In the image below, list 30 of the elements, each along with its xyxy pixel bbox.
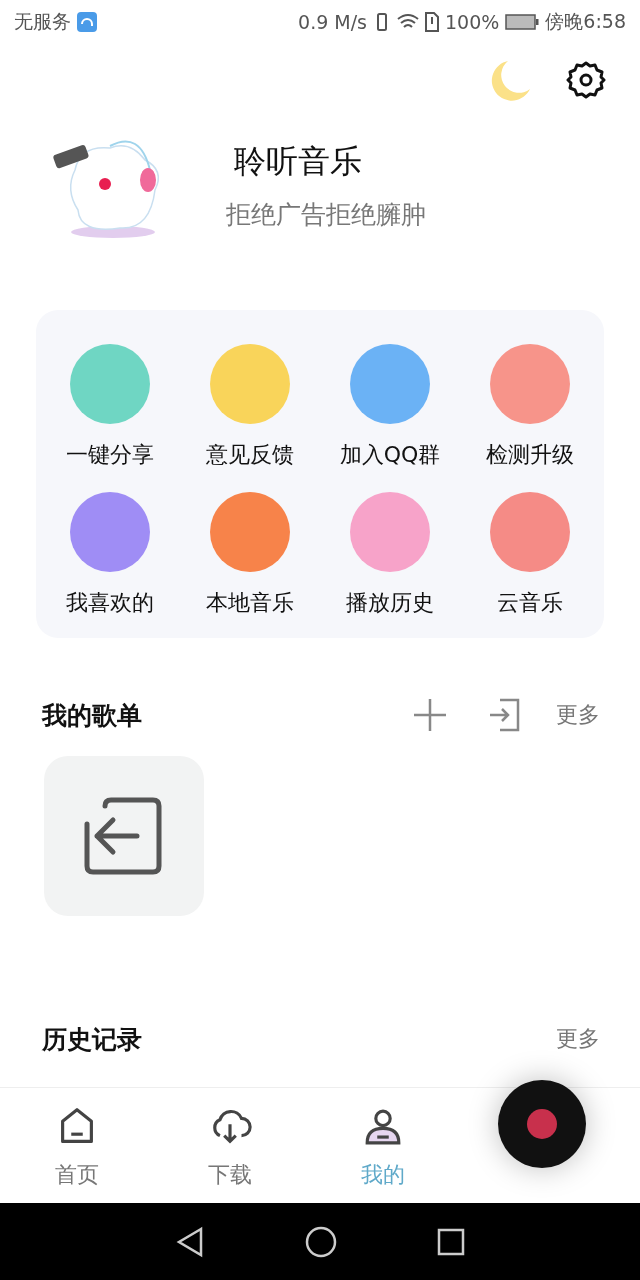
shortcut-button[interactable]: 本地音乐 [180, 492, 320, 618]
shortcut-button[interactable]: 我喜欢的 [40, 492, 180, 618]
shortcut-button[interactable]: 云音乐 [460, 492, 600, 618]
more-link[interactable]: 更多 [556, 700, 600, 730]
clock-time: 傍晚6:58 [545, 9, 626, 34]
add-icon[interactable] [412, 697, 448, 733]
shortcut-button[interactable]: 意见反馈 [180, 344, 320, 470]
import-icon [83, 796, 165, 876]
back-icon[interactable] [175, 1225, 205, 1258]
nav-tab[interactable]: 下载 [153, 1088, 306, 1203]
section-title: 我的歌单 [42, 699, 143, 732]
battery-icon [505, 14, 540, 30]
battery-percent: 100% [445, 11, 500, 33]
nav-tab[interactable]: 首页 [0, 1088, 153, 1203]
recents-icon[interactable] [437, 1227, 465, 1256]
network-speed: 0.9 M/s [298, 11, 367, 33]
shortcut-button[interactable]: 播放历史 [320, 492, 460, 618]
import-icon[interactable] [488, 698, 520, 732]
carrier-text: 无服务 [14, 9, 71, 34]
shortcut-button[interactable]: 检测升级 [460, 344, 600, 470]
shortcut-button[interactable]: 一键分享 [40, 344, 180, 470]
home-icon[interactable] [305, 1225, 337, 1258]
more-link[interactable]: 更多 [556, 1024, 600, 1054]
sim-alert-icon [425, 12, 439, 32]
app-slogan: 拒绝广告拒绝臃肿 [226, 198, 426, 231]
app-title: 聆听音乐 [234, 140, 363, 182]
import-playlist-tile[interactable] [44, 756, 204, 916]
shortcut-button[interactable]: 加入QQ群 [320, 344, 460, 470]
settings-icon[interactable] [566, 60, 606, 100]
section-title: 历史记录 [42, 1023, 143, 1056]
